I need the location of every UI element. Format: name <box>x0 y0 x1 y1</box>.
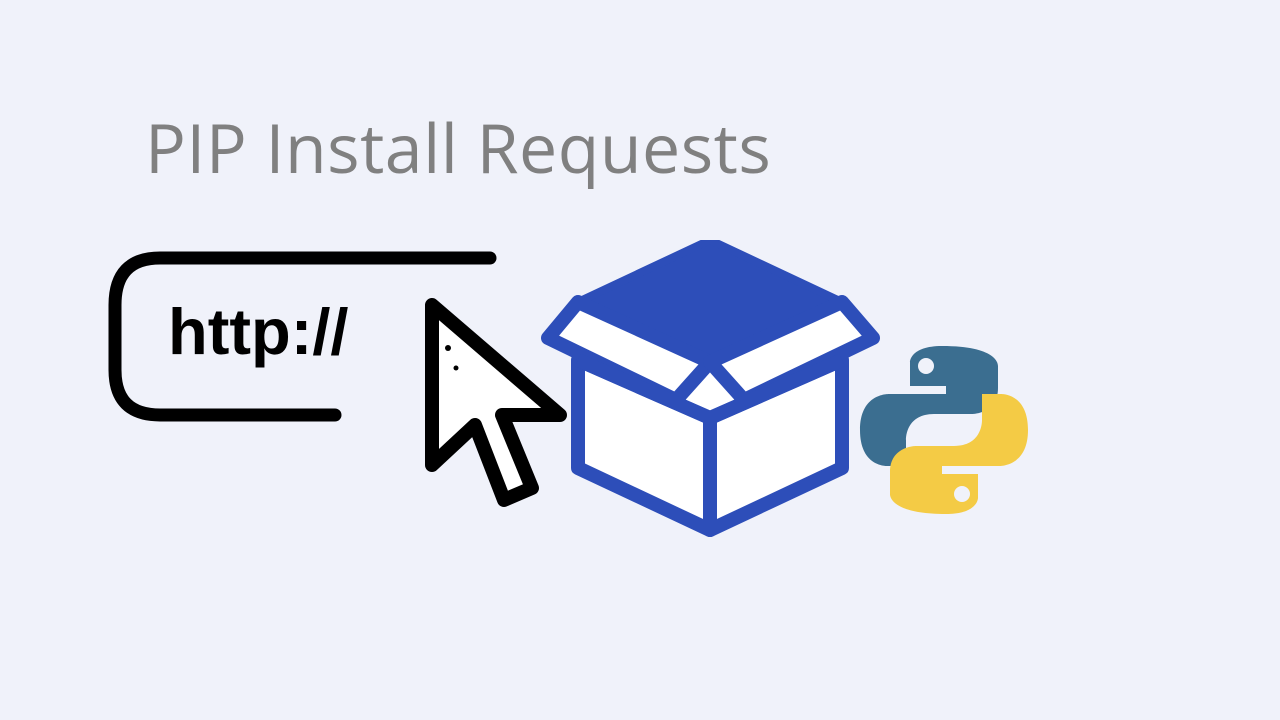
page-title: PIP Install Requests <box>145 100 771 193</box>
url-text: http:// <box>168 295 348 368</box>
package-icon <box>548 240 873 530</box>
cursor-icon <box>432 305 560 500</box>
illustration-group: http:// <box>100 240 1060 560</box>
python-icon <box>860 346 1028 514</box>
